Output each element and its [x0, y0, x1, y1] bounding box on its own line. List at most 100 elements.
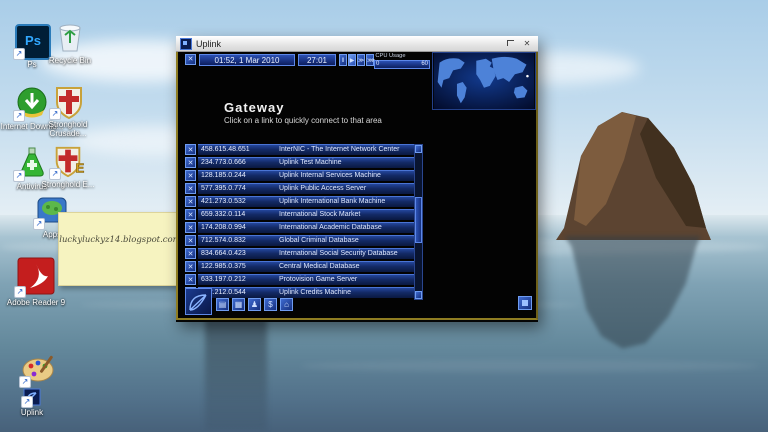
link-name: Protovision Game Server	[279, 275, 419, 285]
shortcut-arrow-icon: ↗	[49, 108, 61, 120]
cpu-usage-slider[interactable]: 0 60	[374, 60, 430, 69]
link-item[interactable]: 128.185.0.244 Uplink Internal Services M…	[198, 170, 419, 181]
desktop-icon-recycle-bin[interactable]: Recycle Bin	[38, 20, 102, 65]
hud-datetime: 01:52, 1 Mar 2010	[199, 54, 295, 66]
water-reflection-streak	[205, 318, 267, 430]
sticky-note: luckyluckyz14.blogspot.com	[58, 212, 182, 286]
screen-title: Gateway	[224, 100, 284, 115]
delete-link-button[interactable]: ✕	[185, 209, 196, 220]
links-list: ✕ 458.615.48.651 InterNIC - The Internet…	[185, 144, 425, 300]
link-item[interactable]: 234.773.0.666 Uplink Test Machine	[198, 157, 419, 168]
delete-link-button[interactable]: ✕	[185, 235, 196, 246]
speed-fastest-button[interactable]: ⋙	[366, 54, 374, 66]
link-item[interactable]: 458.615.48.651 InterNIC - The Internet N…	[198, 144, 419, 155]
desktop-icon-uplink[interactable]: ↗ Uplink	[0, 388, 64, 417]
icon-label: Recycle Bin	[38, 56, 102, 65]
cpu-usage-gauge[interactable]: CPU Usage 0 60	[374, 53, 430, 71]
desktop-icon-stronghold-extreme[interactable]: E ↗ Stronghold E...	[36, 144, 100, 189]
memory-button[interactable]: ♟	[248, 298, 261, 311]
link-item[interactable]: 834.664.0.423 International Social Secur…	[198, 248, 419, 259]
desktop-icon-paint[interactable]: ↗	[8, 352, 72, 386]
link-name: Global Criminal Database	[279, 236, 419, 246]
link-item[interactable]: 132.212.0.544 Uplink Credits Machine	[198, 287, 419, 298]
delete-link-button[interactable]: ✕	[185, 261, 196, 272]
uplink-app-icon	[180, 38, 192, 50]
window-titlebar[interactable]: Uplink ✕	[176, 36, 538, 52]
delete-link-button[interactable]: ✕	[185, 157, 196, 168]
delete-link-button[interactable]: ✕	[185, 274, 196, 285]
link-item[interactable]: 659.332.0.114 International Stock Market	[198, 209, 419, 220]
world-map[interactable]	[432, 52, 536, 110]
link-item[interactable]: 122.985.0.375 Central Medical Database	[198, 261, 419, 272]
uplink-logo-button[interactable]	[185, 288, 212, 315]
uplink-client-area: ✕ 01:52, 1 Mar 2010 27:01 ‖ ▶ ≫ ⋙ CPU Us…	[176, 52, 538, 320]
icon-label: Adobe Reader 9	[4, 298, 68, 307]
shortcut-arrow-icon: ↗	[49, 168, 61, 180]
link-ip: 659.332.0.114	[198, 210, 279, 220]
hardware-button[interactable]: ▦	[232, 298, 245, 311]
shortcut-arrow-icon: ↗	[19, 376, 31, 388]
delete-link-button[interactable]: ✕	[185, 196, 196, 207]
maximize-icon	[507, 40, 514, 46]
delete-link-button[interactable]: ✕	[185, 248, 196, 259]
close-button[interactable]: ✕	[520, 38, 534, 49]
shortcut-arrow-icon: ↗	[13, 48, 25, 60]
link-ip: 633.197.0.212	[198, 275, 279, 285]
water-shine	[300, 360, 760, 372]
link-item[interactable]: 633.197.0.212 Protovision Game Server	[198, 274, 419, 285]
link-row: ✕ 577.395.0.774 Uplink Public Access Ser…	[185, 183, 425, 196]
uplink-logo-icon	[186, 289, 211, 314]
link-item[interactable]: 421.273.0.532 Uplink International Bank …	[198, 196, 419, 207]
link-row: ✕ 712.574.0.832 Global Criminal Database	[185, 235, 425, 248]
window-title: Uplink	[196, 39, 500, 49]
link-item[interactable]: 577.395.0.774 Uplink Public Access Serve…	[198, 183, 419, 194]
speed-fast-button[interactable]: ≫	[357, 54, 365, 66]
hud-close-button[interactable]: ✕	[185, 54, 196, 65]
email-button[interactable]	[518, 296, 532, 310]
scroll-up-button[interactable]	[415, 145, 422, 153]
maximize-button[interactable]	[503, 38, 517, 49]
link-name: International Social Security Database	[279, 249, 419, 259]
link-row: ✕ 458.615.48.651 InterNIC - The Internet…	[185, 144, 425, 157]
email-icon	[522, 300, 528, 306]
delete-link-button[interactable]: ✕	[185, 170, 196, 181]
hud-counter: 27:01	[298, 54, 336, 66]
delete-link-button[interactable]: ✕	[185, 183, 196, 194]
delete-link-button[interactable]: ✕	[185, 222, 196, 233]
desktop-icon-stronghold-crusader[interactable]: ↗ Stronghold Crusade...	[36, 84, 100, 138]
link-ip: 234.773.0.666	[198, 158, 279, 168]
status-button[interactable]: ⌂	[280, 298, 293, 311]
uplink-window[interactable]: Uplink ✕ ✕ 01:52, 1 Mar 2010 27:01 ‖ ▶ ≫…	[176, 36, 538, 322]
rock-cliff	[536, 108, 716, 240]
link-ip: 128.185.0.244	[198, 171, 279, 181]
scroll-thumb[interactable]	[415, 197, 422, 243]
speed-normal-button[interactable]: ▶	[348, 54, 356, 66]
link-row: ✕ 234.773.0.666 Uplink Test Machine	[185, 157, 425, 170]
link-name: Uplink Public Access Server	[279, 184, 419, 194]
cpu-usage-label: CPU Usage	[375, 53, 428, 60]
link-name: Uplink Credits Machine	[279, 288, 419, 298]
shortcut-arrow-icon: ↗	[21, 396, 33, 408]
link-name: Central Medical Database	[279, 262, 419, 272]
links-scrollbar[interactable]	[414, 144, 423, 300]
link-item[interactable]: 712.574.0.832 Global Criminal Database	[198, 235, 419, 246]
link-row: ✕ 122.985.0.375 Central Medical Database	[185, 261, 425, 274]
delete-link-button[interactable]: ✕	[185, 144, 196, 155]
link-row: ✕ 633.197.0.212 Protovision Game Server	[185, 274, 425, 287]
icon-label: Stronghold E...	[36, 180, 100, 189]
cpu-max: 60	[421, 61, 428, 67]
svg-text:E: E	[76, 160, 85, 175]
link-row: ✕ 128.185.0.244 Uplink Internal Services…	[185, 170, 425, 183]
speed-pause-button[interactable]: ‖	[339, 54, 347, 66]
link-name: International Stock Market	[279, 210, 419, 220]
scroll-down-button[interactable]	[415, 291, 422, 299]
software-button[interactable]: ▤	[216, 298, 229, 311]
link-name: Uplink International Bank Machine	[279, 197, 419, 207]
shortcut-arrow-icon: ↗	[33, 218, 45, 230]
link-name: InterNIC - The Internet Network Center	[279, 145, 419, 155]
link-row: ✕ 659.332.0.114 International Stock Mark…	[185, 209, 425, 222]
link-name: International Academic Database	[279, 223, 419, 233]
rock-reflection	[542, 236, 710, 352]
link-item[interactable]: 174.208.0.994 International Academic Dat…	[198, 222, 419, 233]
finance-button[interactable]: $	[264, 298, 277, 311]
